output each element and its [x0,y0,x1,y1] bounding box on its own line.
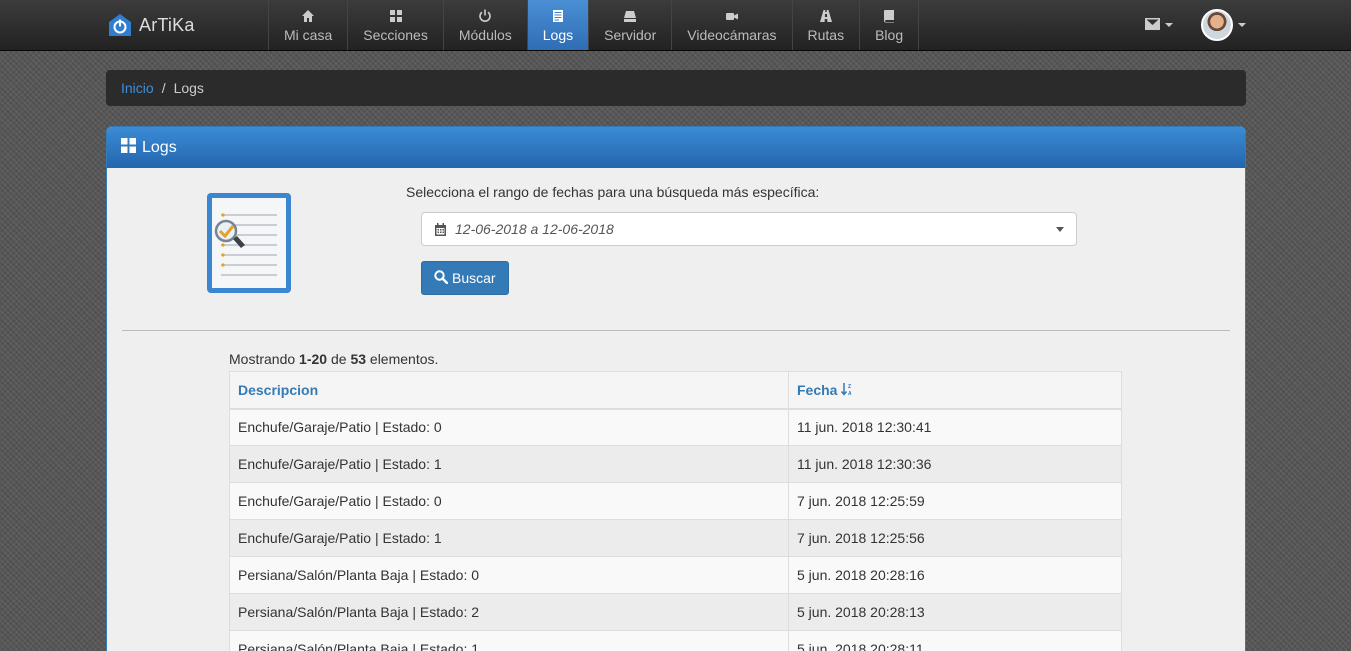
nav-item-rutas[interactable]: Rutas [793,0,861,50]
log-description-cell: Enchufe/Garaje/Patio | Estado: 0 [229,482,789,520]
envelope-icon [1145,17,1160,33]
nav-label: Blog [875,27,904,43]
log-description-cell: Persiana/Salón/Planta Baja | Estado: 2 [229,593,789,631]
log-date-cell: 11 jun. 2018 12:30:41 [788,408,1122,446]
column-header-descripcion[interactable]: Descripcion [229,371,789,410]
user-menu-dropdown[interactable] [1201,9,1246,41]
table-header-row: Descripcion Fecha Z A [229,371,1122,410]
svg-text:Z: Z [848,384,851,390]
column-header-label: Descripcion [238,381,319,398]
breadcrumb: Inicio / Logs [106,70,1246,106]
home-icon [301,7,315,25]
nav-label: Logs [542,27,574,43]
table-row: Persiana/Salón/Planta Baja | Estado: 25 … [229,593,1122,631]
road-icon [819,7,833,25]
search-button-label: Buscar [452,270,496,286]
breadcrumb-separator: / [161,80,166,96]
panel-title: Logs [142,138,177,156]
book-icon [882,7,896,25]
brand[interactable]: ArTiKa [107,10,195,40]
breadcrumb-home-link[interactable]: Inicio [121,80,154,96]
chevron-down-icon [1056,226,1064,232]
divider [122,330,1230,331]
summary-suffix: elementos. [369,351,439,367]
top-navbar: ArTiKa Mi casa Secciones Módulos Logs Se… [0,0,1351,51]
search-button[interactable]: Buscar [421,261,509,295]
log-date-cell: 5 jun. 2018 20:28:16 [788,556,1122,594]
logs-table: Descripcion Fecha Z A Enchufe/Garaje/Patio… [229,371,1122,651]
calendar-icon [434,222,447,236]
table-row: Enchufe/Garaje/Patio | Estado: 1 11 jun. … [229,445,1122,483]
log-date-cell: 7 jun. 2018 12:25:56 [788,519,1122,557]
nav-item-videocamaras[interactable]: Videocámaras [672,0,793,50]
messages-dropdown[interactable] [1145,17,1173,33]
nav-label: Mi casa [284,27,333,43]
log-description-cell: Enchufe/Garaje/Patio | Estado: 0 [229,408,789,446]
nav-label: Secciones [363,27,428,43]
nav-item-servidor[interactable]: Servidor [589,0,673,50]
grid-icon [121,137,136,158]
table-row: Enchufe/Garaje/Patio | Estado: 0 11 jun. … [229,408,1122,446]
sort-desc-icon: ZA [841,382,853,397]
brand-name: ArTiKa [139,14,195,35]
date-range-value: 12-06-2018 a 12-06-2018 [455,221,614,237]
date-range-label: Selecciona el rango de fechas para una b… [406,184,820,200]
nav-item-mi-casa[interactable]: Mi casa [269,0,349,50]
log-description-cell: Persiana/Salón/Planta Baja | Estado: 0 [229,556,789,594]
table-row: Enchufe/Garaje/Patio | Estado: 07 jun. 2… [229,482,1122,520]
navbar-right [1145,0,1246,50]
nav-label: Rutas [807,27,845,43]
nav-item-logs[interactable]: Logs [527,0,590,50]
grid-icon [389,7,403,25]
panel-heading: Logs [107,127,1245,168]
nav-item-modulos[interactable]: Módulos [444,0,528,50]
svg-text:A: A [848,391,852,397]
breadcrumb-current: Logs [173,80,204,96]
log-date-cell: 11 jun. 2018 12:30:36 [788,445,1122,483]
log-date-cell: 5 jun. 2018 20:28:13 [788,593,1122,631]
artika-logo-icon [107,12,133,38]
chevron-down-icon [1165,23,1173,27]
log-document-icon [207,193,291,293]
nav-label: Servidor [604,27,657,43]
summary-total: 53 [350,351,367,367]
log-date-cell: 5 jun. 2018 20:28:11 [788,630,1122,651]
server-icon [623,7,637,25]
table-row: Enchufe/Garaje/Patio | Estado: 17 jun. 2… [229,519,1122,557]
list-icon [551,7,565,25]
summary-prefix: Mostrando [229,351,296,367]
chevron-down-icon [1238,23,1246,27]
nav-item-blog[interactable]: Blog [860,0,920,50]
logs-panel: Logs Selecciona el rango de fechas para … [106,126,1246,651]
log-description-cell: Enchufe/Garaje/Patio | Estado: 1 [229,519,789,557]
search-icon [434,269,449,287]
camera-icon [725,7,739,25]
log-description-cell: Persiana/Salón/Planta Baja | Estado: 1 [229,630,789,651]
table-row: Persiana/Salón/Planta Baja | Estado: 05 … [229,556,1122,594]
log-date-cell: 7 jun. 2018 12:25:59 [788,482,1122,520]
table-row: Persiana/Salón/Planta Baja | Estado: 15 … [229,630,1122,651]
summary-of: de [330,351,347,367]
summary-range: 1-20 [299,351,328,367]
log-description-cell: Enchufe/Garaje/Patio | Estado: 1 [229,445,789,483]
avatar [1201,9,1233,41]
column-header-fecha[interactable]: Fecha Z A [788,371,1122,410]
column-header-label: Fecha [797,381,838,398]
date-range-select[interactable]: 12-06-2018 a 12-06-2018 [421,212,1077,246]
nav-label: Módulos [458,27,512,43]
nav-item-secciones[interactable]: Secciones [348,0,444,50]
main-nav: Mi casa Secciones Módulos Logs Servidor … [268,0,920,50]
nav-label: Videocámaras [687,27,777,43]
power-icon [478,7,492,25]
results-summary: Mostrando 1-20 de 53 elementos. [229,351,438,367]
